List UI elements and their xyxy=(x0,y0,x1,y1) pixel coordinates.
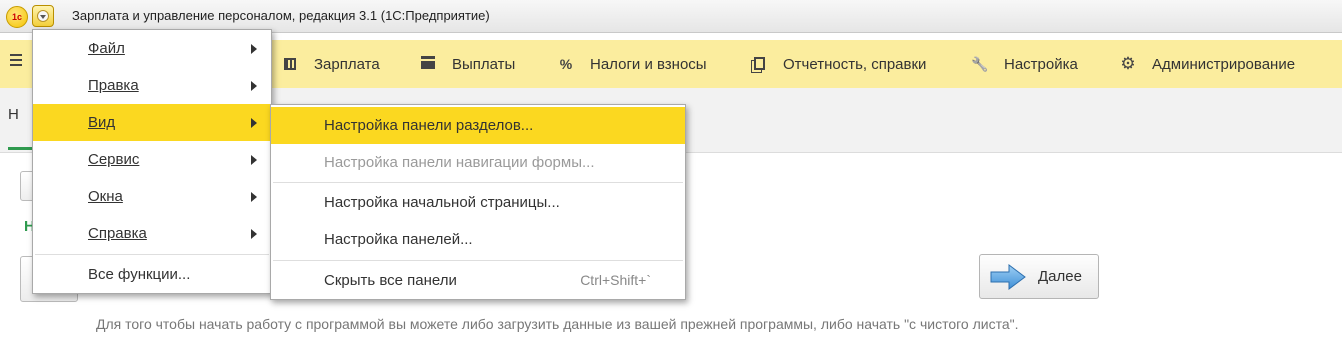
hint-text: Для того чтобы начать работу с программо… xyxy=(96,316,1019,332)
next-button-label: Далее xyxy=(1038,268,1082,285)
submenu-item-start-page-settings[interactable]: Настройка начальной страницы... xyxy=(271,184,685,221)
section-salary[interactable]: Зарплата xyxy=(280,40,380,88)
submenu-item-hide-all-panels[interactable]: Скрыть все панели Ctrl+Shift+` xyxy=(271,262,685,299)
menu-item-label: Файл xyxy=(88,40,125,57)
menu-item-label: Вид xyxy=(88,114,116,131)
menu-item-all-functions[interactable]: Все функции... xyxy=(33,256,271,293)
app-logo-icon[interactable]: 1с xyxy=(6,6,28,28)
menu-separator xyxy=(273,260,683,261)
menu-item-file[interactable]: Файл xyxy=(33,30,271,67)
documents-icon xyxy=(749,40,769,88)
chevron-right-icon xyxy=(251,155,257,165)
menu-item-service[interactable]: Сервис xyxy=(33,141,271,178)
menu-item-edit[interactable]: Правка xyxy=(33,67,271,104)
window-title: Зарплата и управление персоналом, редакц… xyxy=(72,8,490,23)
submenu-item-label: Настройка панелей... xyxy=(324,231,473,248)
calculator-icon xyxy=(280,40,300,88)
wrench-icon: 🔧 xyxy=(971,56,989,72)
percent-icon: % xyxy=(559,56,573,72)
section-reports[interactable]: Отчетность, справки xyxy=(749,40,926,88)
menu-item-label: Правка xyxy=(88,77,139,94)
section-payments[interactable]: Выплаты xyxy=(418,40,515,88)
section-administration[interactable]: ⚙ Администрирование xyxy=(1118,40,1295,88)
chevron-right-icon xyxy=(251,81,257,91)
menu-separator xyxy=(273,182,683,183)
section-label: Зарплата xyxy=(314,56,380,73)
menu-item-windows[interactable]: Окна xyxy=(33,178,271,215)
menu-item-label: Все функции... xyxy=(88,266,191,283)
section-taxes[interactable]: % Налоги и взносы xyxy=(556,40,707,88)
menu-item-view[interactable]: Вид xyxy=(33,104,271,141)
shortcut-label: Ctrl+Shift+` xyxy=(580,272,651,288)
menu-item-label: Окна xyxy=(88,188,123,205)
section-label: Администрирование xyxy=(1152,56,1296,73)
menu-separator xyxy=(35,254,269,255)
chevron-right-icon xyxy=(251,229,257,239)
section-label: Настройка xyxy=(1004,56,1078,73)
tab-start-page[interactable]: Н xyxy=(8,106,19,123)
chevron-right-icon xyxy=(251,118,257,128)
submenu-item-sections-panel-settings[interactable]: Настройка панели разделов... xyxy=(271,107,685,144)
section-label: Отчетность, справки xyxy=(783,56,927,73)
section-label: Выплаты xyxy=(452,56,516,73)
chevron-right-icon xyxy=(251,192,257,202)
gear-icon: ⚙ xyxy=(1120,54,1136,73)
main-menu-button[interactable] xyxy=(32,5,54,27)
section-label: Налоги и взносы xyxy=(590,56,707,73)
chevron-right-icon xyxy=(251,44,257,54)
hamburger-icon[interactable] xyxy=(10,54,22,69)
menu-item-label: Справка xyxy=(88,225,147,242)
menu-item-help[interactable]: Справка xyxy=(33,215,271,252)
submenu-item-label: Настройка начальной страницы... xyxy=(324,194,560,211)
chevron-down-icon xyxy=(37,10,49,22)
arrow-right-icon xyxy=(990,264,1026,290)
main-menu-dropdown: Файл Правка Вид Сервис Окна Справка Все … xyxy=(32,29,272,294)
menu-item-label: Сервис xyxy=(88,151,140,168)
section-settings[interactable]: 🔧 Настройка xyxy=(970,40,1078,88)
submenu-item-label: Настройка панели навигации формы... xyxy=(324,154,595,171)
submenu-item-form-navigation-settings: Настройка панели навигации формы... xyxy=(271,144,685,181)
view-submenu: Настройка панели разделов... Настройка п… xyxy=(270,104,686,300)
submenu-item-panels-settings[interactable]: Настройка панелей... xyxy=(271,221,685,258)
card-icon xyxy=(418,40,438,88)
next-button[interactable]: Далее xyxy=(979,254,1099,299)
submenu-item-label: Настройка панели разделов... xyxy=(324,117,534,134)
tab-active-indicator xyxy=(8,147,32,150)
submenu-item-label: Скрыть все панели xyxy=(324,272,457,289)
